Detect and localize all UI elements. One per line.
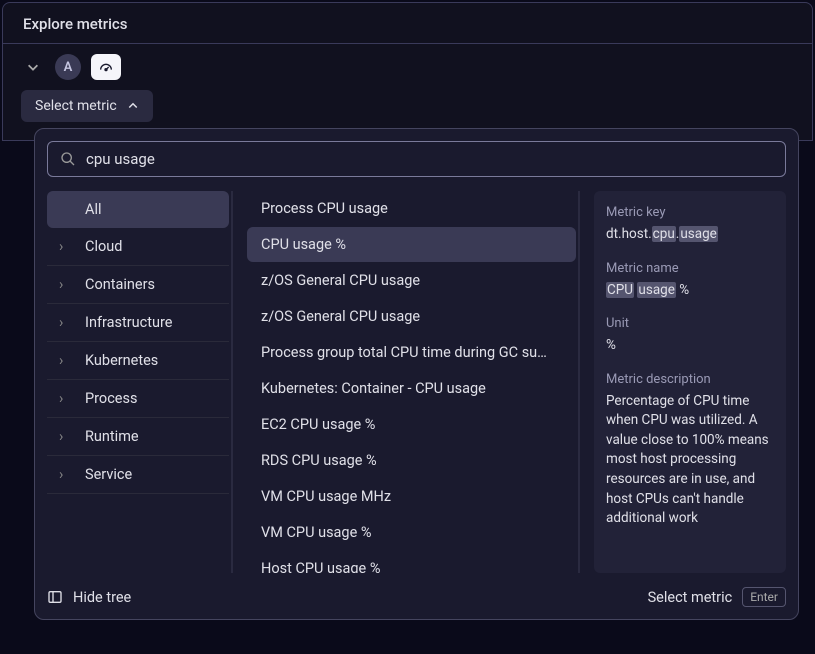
gauge-icon[interactable] [91, 54, 121, 80]
chevron-up-icon [127, 100, 139, 112]
result-item[interactable]: Host CPU usage % [247, 551, 576, 573]
detail-value-key: dt.host.cpu.usage [606, 225, 774, 245]
tree-item-service[interactable]: › Service [47, 456, 229, 494]
result-item[interactable]: VM CPU usage MHz [247, 479, 576, 514]
detail-value-desc: Percentage of CPU time when CPU was util… [606, 392, 774, 529]
dropdown-footer: Hide tree Select metric Enter [47, 573, 786, 607]
tree-item-label: Infrastructure [85, 314, 172, 331]
detail-label-key: Metric key [606, 205, 774, 220]
query-bar: A [2, 44, 813, 90]
hide-tree-label: Hide tree [73, 589, 131, 606]
collapse-panel-icon [47, 589, 63, 605]
result-item[interactable]: z/OS General CPU usage [247, 299, 576, 334]
detail-label-name: Metric name [606, 261, 774, 276]
hide-tree-button[interactable]: Hide tree [47, 589, 131, 606]
result-item[interactable]: VM CPU usage % [247, 515, 576, 550]
chevron-right-icon: › [59, 466, 71, 483]
collapse-toggle[interactable] [21, 55, 45, 79]
chevron-right-icon: › [59, 238, 71, 255]
tree-item-all[interactable]: All [47, 191, 229, 228]
search-wrapper[interactable] [47, 141, 786, 177]
tree-item-cloud[interactable]: › Cloud [47, 228, 229, 266]
enter-key-hint: Enter [742, 587, 786, 607]
tree-item-infrastructure[interactable]: › Infrastructure [47, 304, 229, 342]
tree-item-kubernetes[interactable]: › Kubernetes [47, 342, 229, 380]
select-confirm-label: Select metric [648, 589, 733, 606]
chevron-right-icon: › [59, 390, 71, 407]
metric-details: Metric key dt.host.cpu.usage Metric name… [594, 191, 786, 573]
search-input[interactable] [86, 150, 773, 168]
result-item[interactable]: Process group total CPU time during GC s… [247, 335, 576, 370]
metric-dropdown: All › Cloud › Containers › Infrastructur… [34, 128, 799, 620]
select-metric-confirm[interactable]: Select metric Enter [648, 587, 786, 607]
search-icon [60, 151, 76, 167]
chevron-right-icon: › [59, 276, 71, 293]
category-tree: All › Cloud › Containers › Infrastructur… [47, 191, 233, 573]
result-item[interactable]: CPU usage % [247, 227, 576, 262]
result-item[interactable]: Kubernetes: Container - CPU usage [247, 371, 576, 406]
result-item[interactable]: Process CPU usage [247, 191, 576, 226]
select-metric-button[interactable]: Select metric [21, 90, 153, 122]
tree-item-label: All [85, 201, 102, 218]
detail-value-name: CPU usage % [606, 281, 774, 301]
select-metric-label: Select metric [35, 98, 117, 114]
chevron-right-icon: › [59, 314, 71, 331]
tree-item-label: Cloud [85, 238, 122, 255]
result-item[interactable]: z/OS General CPU usage [247, 263, 576, 298]
page-title: Explore metrics [2, 2, 813, 44]
tree-item-label: Service [85, 466, 132, 483]
tree-item-label: Containers [85, 276, 155, 293]
query-badge: A [55, 54, 81, 80]
detail-label-unit: Unit [606, 316, 774, 331]
tree-item-containers[interactable]: › Containers [47, 266, 229, 304]
tree-item-label: Runtime [85, 428, 139, 445]
tree-item-label: Process [85, 390, 137, 407]
tree-item-process[interactable]: › Process [47, 380, 229, 418]
tree-item-runtime[interactable]: › Runtime [47, 418, 229, 456]
tree-item-label: Kubernetes [85, 352, 158, 369]
detail-label-desc: Metric description [606, 372, 774, 387]
chevron-right-icon: › [59, 352, 71, 369]
dropdown-body: All › Cloud › Containers › Infrastructur… [47, 191, 786, 573]
detail-value-unit: % [606, 336, 774, 356]
result-item[interactable]: RDS CPU usage % [247, 443, 576, 478]
result-item[interactable]: EC2 CPU usage % [247, 407, 576, 442]
chevron-right-icon: › [59, 428, 71, 445]
results-list: Process CPU usage CPU usage % z/OS Gener… [247, 191, 580, 573]
